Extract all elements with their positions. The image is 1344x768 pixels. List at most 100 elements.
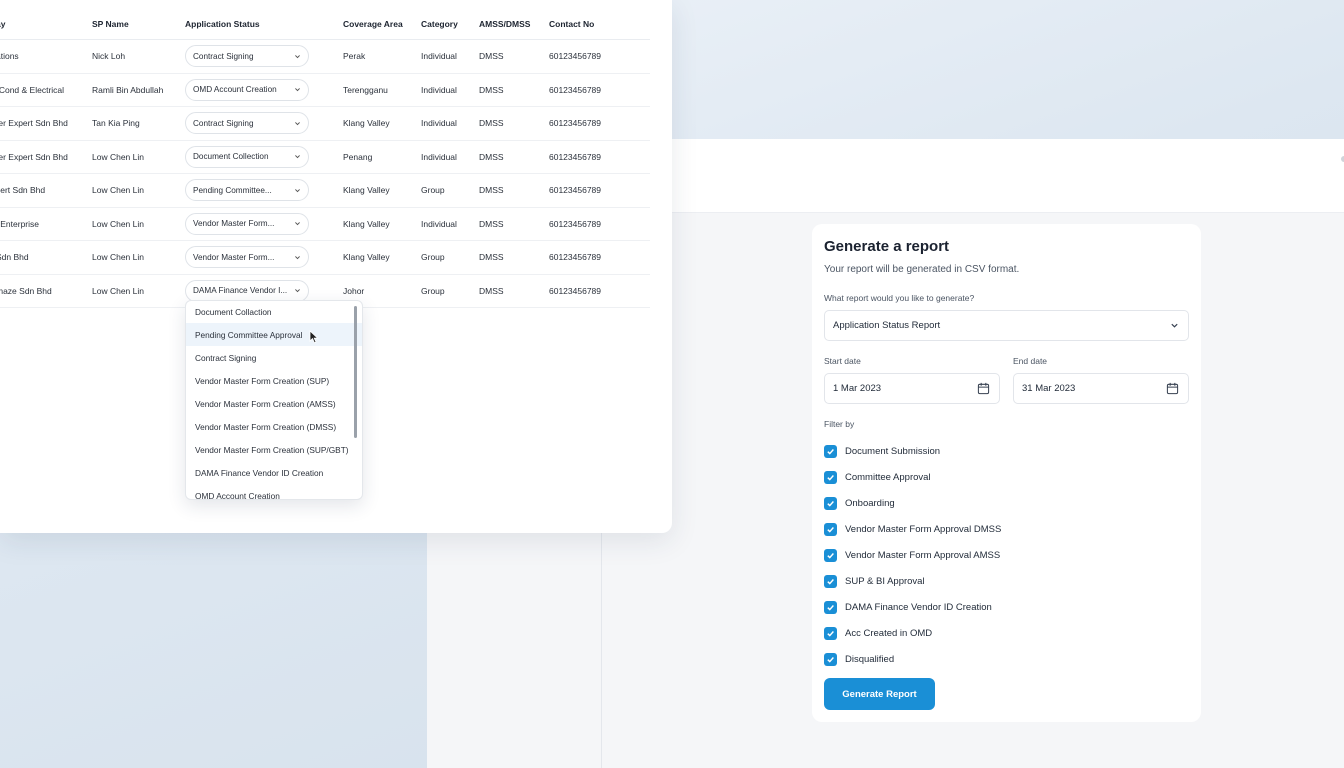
- filter-option-label: Document Submission: [845, 445, 941, 457]
- filter-option-label: DAMA Finance Vendor ID Creation: [845, 601, 992, 613]
- status-select[interactable]: Document Collection: [185, 145, 309, 168]
- checkbox-checked-icon[interactable]: [824, 626, 837, 640]
- sp-name-cell: Low Chen Lin: [92, 151, 144, 162]
- company-cell: -Cond & Electrical: [0, 84, 65, 95]
- status-cell: Vendor Master Form...: [185, 208, 335, 241]
- contact-cell: 60123456789: [549, 185, 602, 196]
- header-application-status: Application Status: [185, 18, 260, 29]
- filter-option-label: SUP & BI Approval: [845, 575, 925, 587]
- end-date-label: End date: [1013, 356, 1048, 366]
- company-cell: ter Expert Sdn Bhd: [0, 118, 68, 129]
- checkbox-checked-icon[interactable]: [824, 470, 837, 484]
- dropdown-option[interactable]: OMD Account Creation: [186, 484, 362, 500]
- checkbox-checked-icon[interactable]: [824, 652, 837, 666]
- table-row: sert Sdn Bhd Low Chen Lin Pending Committe…: [0, 174, 650, 208]
- contact-cell: 60123456789: [549, 252, 602, 263]
- table-row: l Enterprise Low Chen Lin Vendor Master Fo…: [0, 208, 650, 241]
- dropdown-option[interactable]: Vendor Master Form Creation (DMSS): [186, 415, 362, 438]
- dropdown-option[interactable]: DAMA Finance Vendor ID Creation: [186, 461, 362, 484]
- contact-cell: 60123456789: [549, 118, 602, 129]
- filter-checkbox-list: Document Submission Committee Approval Onb…: [824, 438, 1001, 672]
- status-dropdown-menu[interactable]: Document Collaction Pending Committee App…: [185, 300, 363, 500]
- status-select-value: OMD Account Creation: [193, 85, 277, 95]
- status-select-value: Vendor Master Form...: [193, 219, 275, 229]
- dropdown-option[interactable]: Vendor Master Form Creation (AMSS): [186, 392, 362, 415]
- status-select[interactable]: Contract Signing: [185, 112, 309, 135]
- category-cell: Group: [421, 285, 445, 296]
- report-type-select[interactable]: Application Status Report: [824, 310, 1189, 341]
- checkbox-checked-icon[interactable]: [824, 600, 837, 614]
- category-cell: Individual: [421, 218, 457, 229]
- checkbox-checked-icon[interactable]: [824, 522, 837, 536]
- sp-name-cell: Tan Kia Ping: [92, 118, 140, 129]
- category-cell: Individual: [421, 51, 457, 62]
- contact-cell: 60123456789: [549, 51, 602, 62]
- dropdown-scrollbar[interactable]: [354, 306, 357, 438]
- filter-option: Vendor Master Form Approval DMSS: [824, 516, 1001, 542]
- checkbox-checked-icon[interactable]: [824, 496, 837, 510]
- filter-option-label: Acc Created in OMD: [845, 627, 933, 639]
- checkbox-checked-icon[interactable]: [824, 444, 837, 458]
- report-subtitle: Your report will be generated in CSV for…: [824, 264, 1020, 275]
- header-contact-no: Contact No: [549, 18, 595, 29]
- start-date-label: Start date: [824, 356, 861, 366]
- amss-dmss-cell: DMSS: [479, 285, 504, 296]
- report-title: Generate a report: [824, 238, 950, 255]
- header-category: Category: [421, 18, 458, 29]
- status-select[interactable]: Contract Signing: [185, 45, 309, 68]
- status-cell: Document Collection: [185, 141, 335, 174]
- status-select[interactable]: Vendor Master Form...: [185, 246, 309, 269]
- filter-option-label: Vendor Master Form Approval DMSS: [845, 523, 1002, 535]
- company-cell: Sdn Bhd: [0, 252, 29, 263]
- filter-option-label: Vendor Master Form Approval AMSS: [845, 549, 1001, 561]
- contact-cell: 60123456789: [549, 285, 602, 296]
- status-select[interactable]: DAMA Finance Vendor I...: [185, 279, 309, 302]
- dropdown-option[interactable]: Vendor Master Form Creation (SUP): [186, 369, 362, 392]
- chevron-down-icon: [293, 253, 301, 261]
- calendar-icon: [977, 382, 990, 395]
- dropdown-option[interactable]: Contract Signing: [186, 346, 362, 369]
- start-date-value: 1 Mar 2023: [833, 383, 882, 394]
- generate-report-button[interactable]: Generate Report: [824, 678, 935, 710]
- end-date-field[interactable]: 31 Mar 2023: [1013, 373, 1189, 404]
- chevron-down-icon: [293, 119, 301, 127]
- amss-dmss-cell: DMSS: [479, 51, 504, 62]
- status-cell: Pending Committee...: [185, 174, 335, 207]
- filter-by-label: Filter by: [824, 419, 855, 429]
- filter-option-label: Disqualified: [845, 653, 895, 665]
- status-select-value: Pending Committee...: [193, 185, 272, 195]
- chevron-down-icon: [293, 287, 301, 295]
- status-cell: Vendor Master Form...: [185, 241, 335, 274]
- category-cell: Individual: [421, 84, 457, 95]
- filter-option: Acc Created in OMD: [824, 620, 1001, 646]
- coverage-area-cell: Penang: [343, 151, 373, 162]
- table-row: -Cond & Electrical Ramli Bin Abdullah OMD …: [0, 74, 650, 107]
- calendar-icon: [1166, 382, 1179, 395]
- company-cell: sert Sdn Bhd: [0, 185, 46, 196]
- checkbox-checked-icon[interactable]: [824, 548, 837, 562]
- category-cell: Individual: [421, 151, 457, 162]
- company-cell: ter Expert Sdn Bhd: [0, 151, 68, 162]
- filter-option-label: Onboarding: [845, 497, 895, 509]
- company-cell: ations: [0, 51, 19, 62]
- status-select[interactable]: Vendor Master Form...: [185, 212, 309, 235]
- coverage-area-cell: Perak: [343, 51, 366, 62]
- checkbox-checked-icon[interactable]: [824, 574, 837, 588]
- sp-name-cell: Low Chen Lin: [92, 185, 144, 196]
- filter-option: DAMA Finance Vendor ID Creation: [824, 594, 1001, 620]
- dropdown-option[interactable]: Pending Committee Approval: [186, 323, 362, 346]
- amss-dmss-cell: DMSS: [479, 218, 504, 229]
- status-select[interactable]: Pending Committee...: [185, 179, 309, 202]
- chevron-down-icon: [1171, 323, 1178, 328]
- start-date-field[interactable]: 1 Mar 2023: [824, 373, 1000, 404]
- dropdown-option[interactable]: Document Collaction: [186, 301, 362, 323]
- status-select[interactable]: OMD Account Creation: [185, 78, 309, 101]
- status-select-value: Document Collection: [193, 152, 269, 162]
- filter-option: Vendor Master Form Approval AMSS: [824, 542, 1001, 568]
- dropdown-option[interactable]: Vendor Master Form Creation (SUP/GBT): [186, 438, 362, 461]
- amss-dmss-cell: DMSS: [479, 84, 504, 95]
- coverage-area-cell: Klang Valley: [343, 252, 390, 263]
- generate-report-card: Generate a report Your report will be ge…: [812, 224, 1201, 722]
- company-cell: l Enterprise: [0, 218, 39, 229]
- filter-option: Document Submission: [824, 438, 1001, 464]
